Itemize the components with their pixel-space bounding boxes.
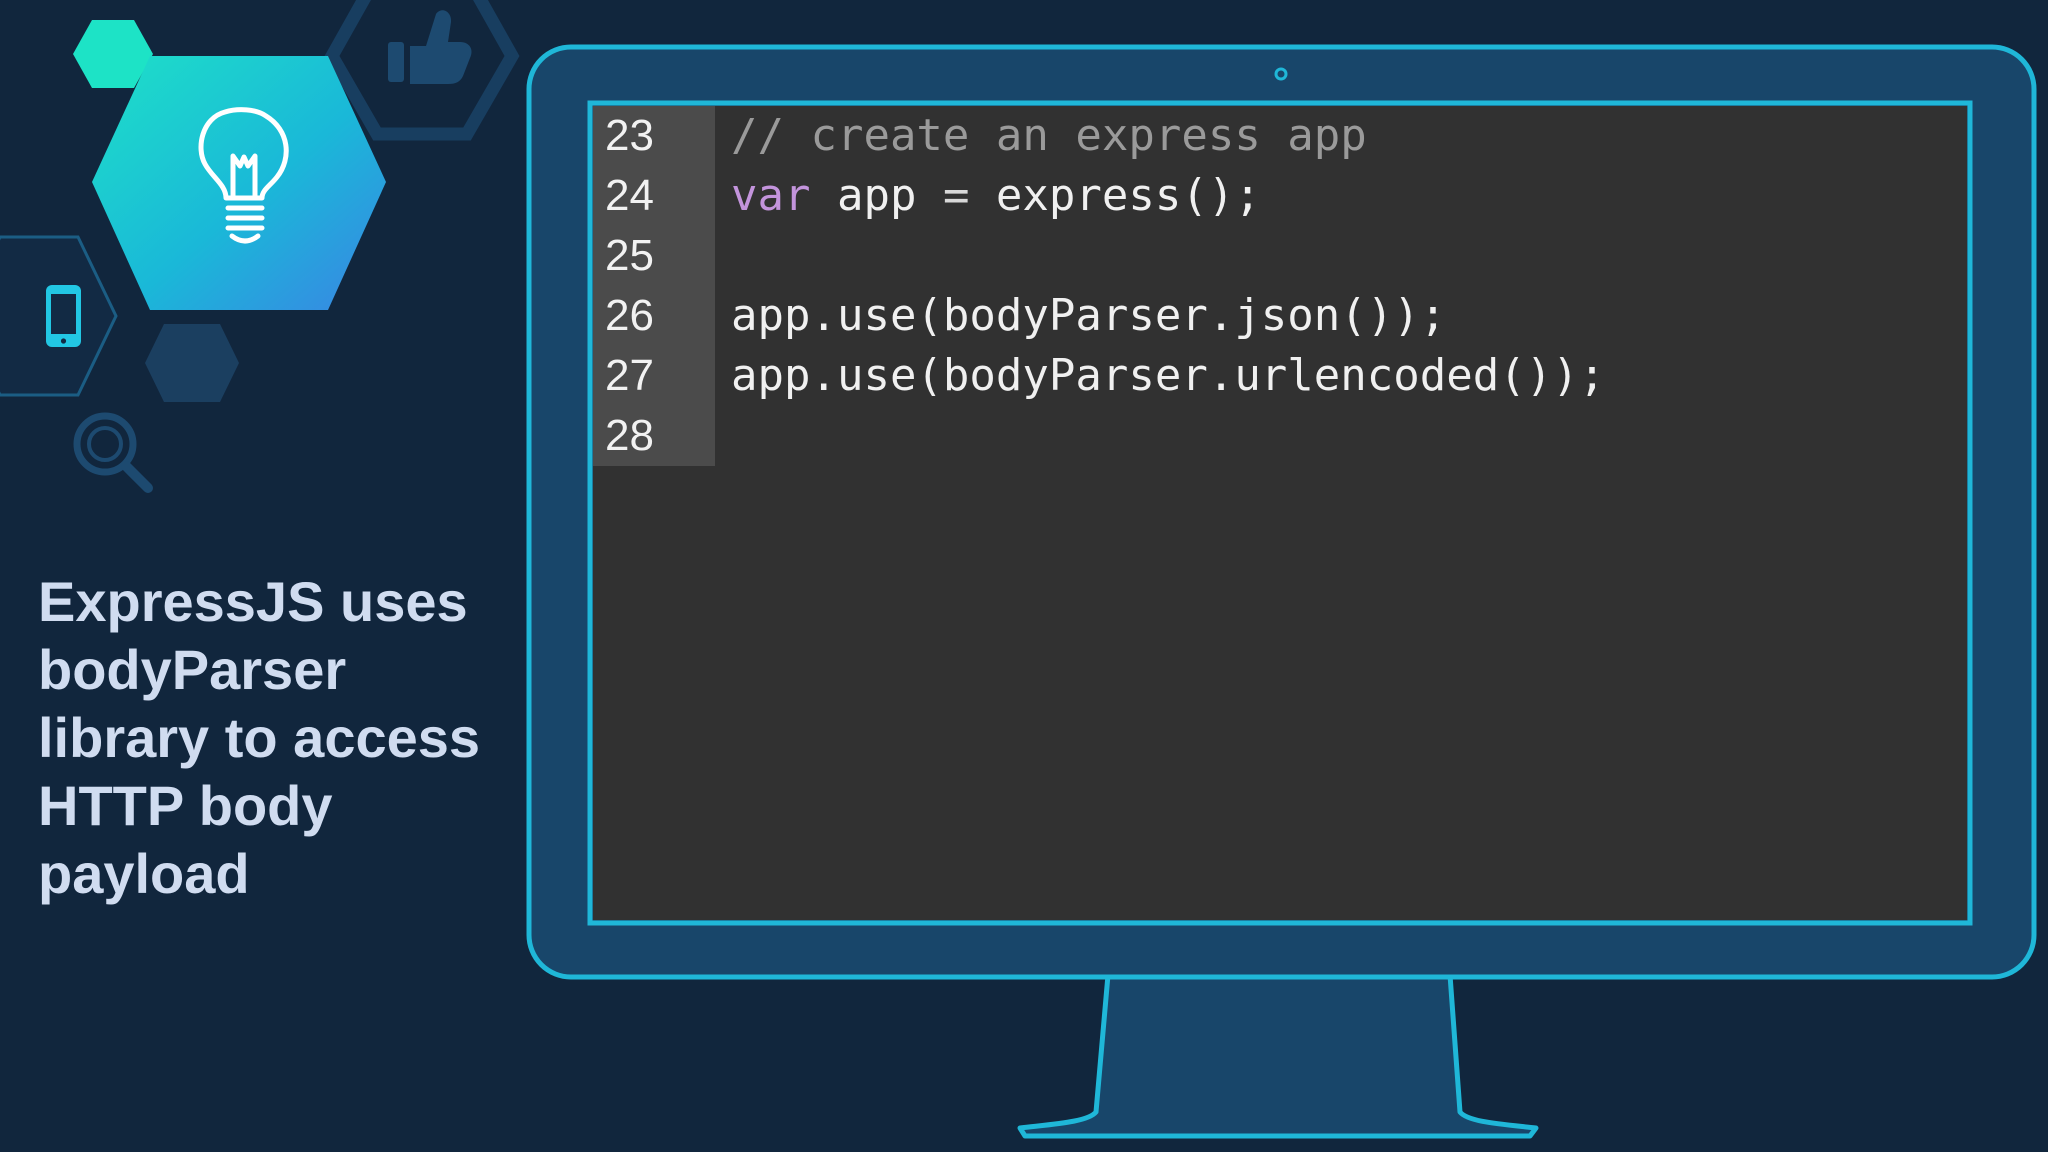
code-token: express(); [969,170,1261,221]
thumbs-up-icon [388,10,472,85]
code-editor: 23 // create an express app 24 var app = ex… [593,106,1967,920]
lightbulb-hexagon [92,56,386,310]
code-line: 23 // create an express app [593,106,1967,166]
slide-caption: ExpressJS uses bodyParser library to acc… [38,568,508,908]
code-line: 25 [593,226,1967,286]
code-token: = [942,170,970,221]
code-token: var [731,170,811,221]
smartphone-hexagon [0,235,118,397]
caption-line: HTTP body [38,774,333,837]
thumbs-up-hexagon [324,0,520,141]
code-line: 24 var app = express(); [593,166,1967,226]
code-text: app.use(bodyParser.urlencoded()); [731,346,1605,406]
code-text: app.use(bodyParser.json()); [731,286,1446,346]
code-line: 26 app.use(bodyParser.json()); [593,286,1967,346]
line-number: 23 [605,111,654,160]
line-number: 25 [605,231,654,280]
line-number: 24 [605,171,654,220]
caption-line: ExpressJS uses [38,570,468,633]
small-navy-hexagon [145,324,239,402]
caption-line: payload [38,842,250,905]
magnifier-icon [73,412,153,493]
caption-line: library to access [38,706,481,769]
caption-line: bodyParser [38,638,347,701]
code-line: 27 app.use(bodyParser.urlencoded()); [593,346,1967,406]
code-token: app.use(bodyParser.json()); [731,290,1447,341]
code-token: app [810,170,943,221]
code-token: app.use(bodyParser.urlencoded()); [731,350,1606,401]
line-number: 26 [605,291,654,340]
line-number: 28 [605,411,654,460]
code-text: // create an express app [731,106,1367,166]
line-number: 27 [605,351,654,400]
code-token: // create an express app [731,110,1367,161]
smartphone-icon [46,285,81,347]
code-line: 28 [593,406,1967,466]
code-text: var app = express(); [731,166,1261,226]
